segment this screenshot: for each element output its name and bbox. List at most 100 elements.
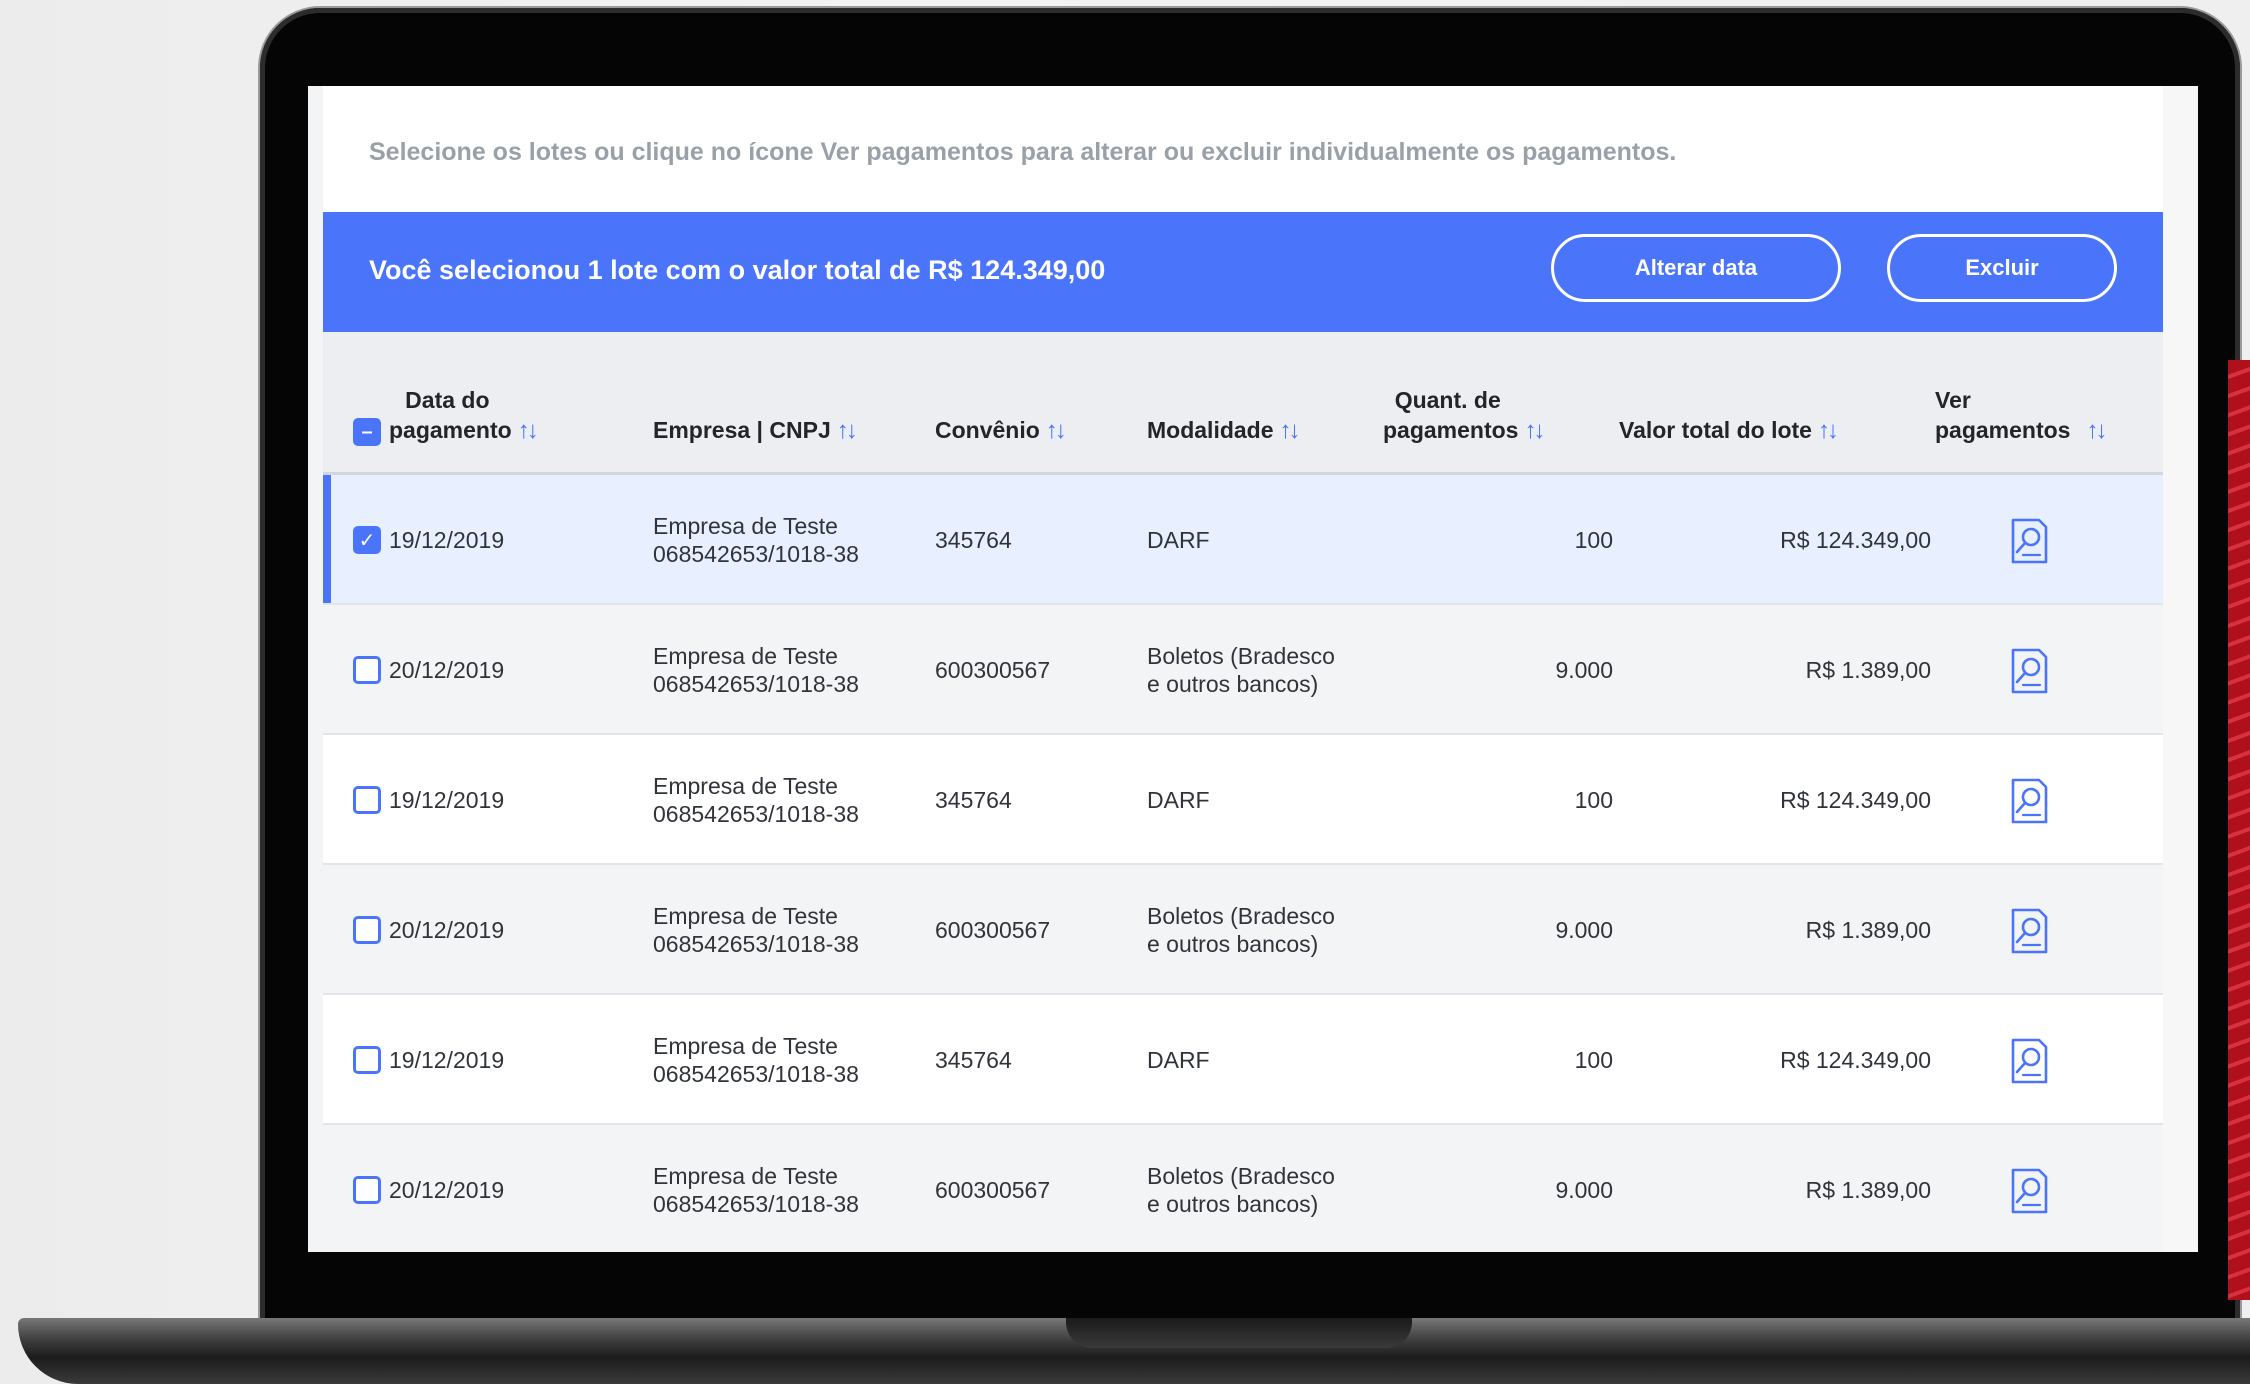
modalidade: DARF [1147, 1047, 1210, 1073]
column-header-quantidade[interactable]: Quant. de pagamentos ↑↓ [1383, 385, 1545, 446]
company-cnpj: 068542653/1018-38 [653, 931, 859, 957]
payment-date: 20/12/2019 [389, 917, 505, 943]
sort-icon[interactable]: ↑↓ [1818, 417, 1839, 444]
sort-icon[interactable]: ↑↓ [1524, 417, 1545, 444]
side-strip [2163, 86, 2198, 1252]
convenio: 345764 [935, 527, 1012, 553]
sort-icon[interactable]: ↑↓ [837, 417, 858, 444]
modalidade-detail: e outros bancos) [1147, 931, 1319, 957]
column-header-line: pagamentos [1383, 417, 1519, 443]
document-search-icon[interactable] [2009, 517, 2049, 565]
row-checkbox[interactable] [353, 786, 381, 814]
column-header-valor-total[interactable]: Valor total do lote ↑↓ [1619, 415, 1839, 446]
column-header-convenio[interactable]: Convênio ↑↓ [935, 415, 1067, 446]
convenio: 345764 [935, 787, 1012, 813]
column-header-label: Empresa | CNPJ [653, 417, 831, 443]
convenio: 345764 [935, 1047, 1012, 1073]
payment-count: 100 [1574, 1047, 1613, 1073]
column-header-line: Quant. de [1394, 387, 1501, 413]
lot-total-value: R$ 124.349,00 [1780, 527, 1931, 553]
payment-count: 9.000 [1555, 1177, 1613, 1203]
payment-count: 9.000 [1555, 657, 1613, 683]
table-row[interactable]: 20/12/2019 Empresa de Teste 068542653/1018… [323, 605, 2163, 735]
company-cell: Empresa de Teste 068542653/1018-38 [653, 512, 859, 568]
modalidade-cell: Boletos (Bradesco e outros bancos) [1147, 902, 1335, 958]
row-checkbox[interactable] [353, 1176, 381, 1204]
document-search-icon[interactable] [2009, 647, 2049, 695]
company-name: Empresa de Teste [653, 643, 838, 669]
modalidade-cell: DARF [1147, 1046, 1210, 1074]
document-search-icon[interactable] [2009, 1167, 2049, 1215]
company-cell: Empresa de Teste 068542653/1018-38 [653, 1162, 859, 1218]
row-checkbox[interactable] [353, 1046, 381, 1074]
payment-date: 19/12/2019 [389, 787, 505, 813]
company-cnpj: 068542653/1018-38 [653, 801, 859, 827]
company-cnpj: 068542653/1018-38 [653, 1061, 859, 1087]
convenio: 600300567 [935, 657, 1051, 683]
modalidade-cell: DARF [1147, 786, 1210, 814]
modalidade-cell: Boletos (Bradesco e outros bancos) [1147, 642, 1335, 698]
convenio: 600300567 [935, 917, 1051, 943]
company-name: Empresa de Teste [653, 513, 838, 539]
excluir-button[interactable]: Excluir [1887, 234, 2117, 302]
column-header-empresa-cnpj[interactable]: Empresa | CNPJ ↑↓ [653, 415, 858, 446]
alterar-data-button[interactable]: Alterar data [1551, 234, 1841, 302]
document-search-icon[interactable] [2009, 1037, 2049, 1085]
modalidade: Boletos (Bradesco [1147, 1163, 1335, 1189]
column-header-line: Data do [405, 387, 490, 413]
table-row[interactable]: ✓ 19/12/2019 Empresa de Teste 068542653/101… [323, 475, 2163, 605]
check-icon: ✓ [358, 529, 376, 552]
sort-icon[interactable]: ↑↓ [518, 417, 539, 444]
company-cnpj: 068542653/1018-38 [653, 541, 859, 567]
column-header-line: pagamentos [1935, 417, 2071, 443]
company-cell: Empresa de Teste 068542653/1018-38 [653, 1032, 859, 1088]
row-checkbox[interactable] [353, 656, 381, 684]
lot-total-value: R$ 1.389,00 [1805, 917, 1931, 943]
modalidade-detail: e outros bancos) [1147, 1191, 1319, 1217]
modalidade: Boletos (Bradesco [1147, 643, 1335, 669]
table-header: – Data do pagamento ↑↓ Empresa | CNPJ ↑↓ C… [323, 332, 2163, 475]
row-checkbox[interactable]: ✓ [353, 526, 381, 554]
company-cnpj: 068542653/1018-38 [653, 1191, 859, 1217]
laptop-screen: Selecione os lotes ou clique no ícone Ve… [308, 86, 2198, 1252]
column-header-label: Modalidade [1147, 417, 1274, 443]
payment-date: 19/12/2019 [389, 1047, 505, 1073]
company-cnpj: 068542653/1018-38 [653, 671, 859, 697]
modalidade-cell: Boletos (Bradesco e outros bancos) [1147, 1162, 1335, 1218]
company-cell: Empresa de Teste 068542653/1018-38 [653, 902, 859, 958]
column-header-ver-pagamentos[interactable]: Ver pagamentos ↑↓ [1935, 385, 2107, 446]
payments-panel: Selecione os lotes ou clique no ícone Ve… [323, 86, 2163, 1252]
column-header-data-pagamento[interactable]: Data do pagamento ↑↓ [389, 385, 539, 446]
instructions-text: Selecione os lotes ou clique no ícone Ve… [369, 138, 1677, 166]
modalidade: DARF [1147, 787, 1210, 813]
modalidade-detail: e outros bancos) [1147, 671, 1319, 697]
payment-date: 20/12/2019 [389, 657, 505, 683]
company-cell: Empresa de Teste 068542653/1018-38 [653, 772, 859, 828]
table-row[interactable]: 20/12/2019 Empresa de Teste 068542653/1018… [323, 865, 2163, 995]
column-header-modalidade[interactable]: Modalidade ↑↓ [1147, 415, 1301, 446]
column-header-label: Valor total do lote [1619, 417, 1812, 443]
company-name: Empresa de Teste [653, 773, 838, 799]
modalidade-cell: DARF [1147, 526, 1210, 554]
background-decoration [2228, 360, 2250, 1300]
modalidade: DARF [1147, 527, 1210, 553]
company-name: Empresa de Teste [653, 1163, 838, 1189]
sort-icon[interactable]: ↑↓ [2086, 417, 2107, 444]
table-row[interactable]: 19/12/2019 Empresa de Teste 068542653/1018… [323, 735, 2163, 865]
payment-count: 100 [1574, 787, 1613, 813]
convenio: 600300567 [935, 1177, 1051, 1203]
lot-total-value: R$ 1.389,00 [1805, 657, 1931, 683]
laptop-notch [1066, 1318, 1412, 1348]
sort-icon[interactable]: ↑↓ [1046, 417, 1067, 444]
document-search-icon[interactable] [2009, 777, 2049, 825]
table-row[interactable]: 19/12/2019 Empresa de Teste 068542653/1018… [323, 995, 2163, 1125]
minus-icon: – [361, 420, 373, 443]
document-search-icon[interactable] [2009, 907, 2049, 955]
sort-icon[interactable]: ↑↓ [1280, 417, 1301, 444]
table-row[interactable]: 20/12/2019 Empresa de Teste 068542653/1018… [323, 1125, 2163, 1252]
row-checkbox[interactable] [353, 916, 381, 944]
payment-count: 9.000 [1555, 917, 1613, 943]
select-all-checkbox[interactable]: – [353, 418, 381, 446]
lot-total-value: R$ 1.389,00 [1805, 1177, 1931, 1203]
payment-date: 20/12/2019 [389, 1177, 505, 1203]
